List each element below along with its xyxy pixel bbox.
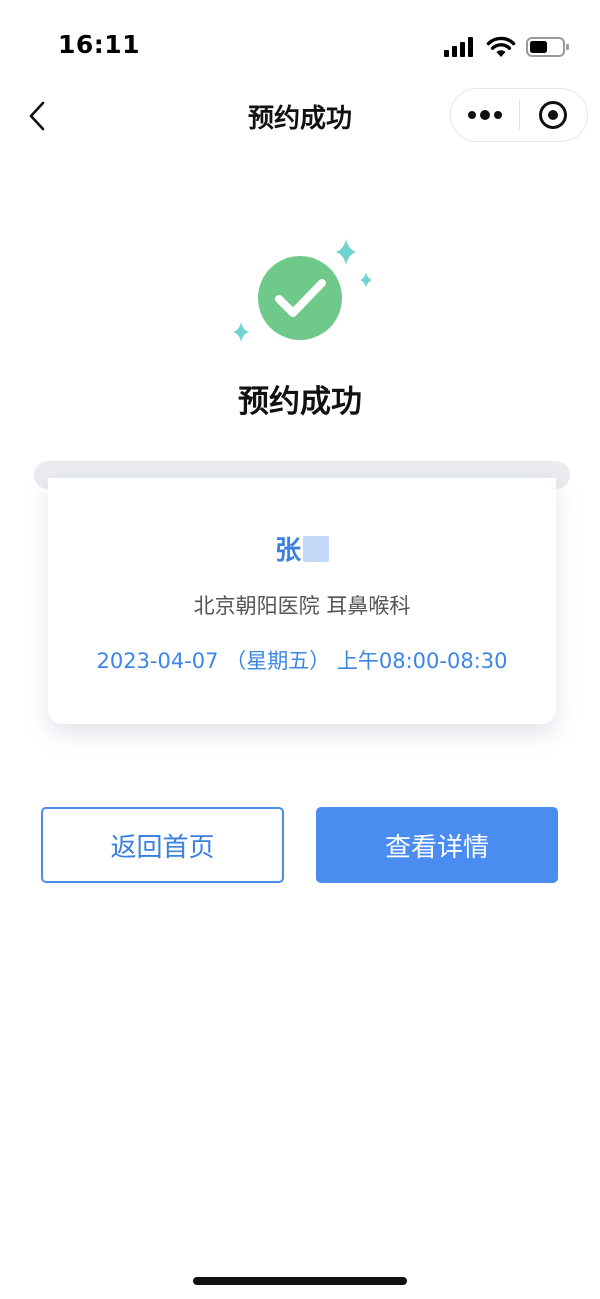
success-check-icon bbox=[233, 239, 372, 342]
mini-program-capsule bbox=[450, 88, 588, 142]
patient-name-text: 张 bbox=[274, 536, 301, 566]
sparkle-icon bbox=[336, 239, 356, 265]
appointment-time: 2023-04-07 （星期五） 上午08:00-08:30 bbox=[96, 649, 508, 673]
success-title: 预约成功 bbox=[238, 384, 362, 420]
close-mini-program-button[interactable] bbox=[520, 89, 588, 141]
wifi-icon bbox=[486, 36, 516, 57]
back-to-home-button[interactable]: 返回首页 bbox=[41, 807, 284, 883]
hospital-department: 北京朝阳医院 耳鼻喉科 bbox=[193, 594, 411, 618]
target-circle-icon bbox=[539, 101, 568, 129]
status-time: 16:11 bbox=[58, 30, 141, 59]
patient-name: 张 bbox=[48, 530, 556, 567]
battery-icon bbox=[526, 37, 569, 57]
view-details-button[interactable]: 查看详情 bbox=[316, 807, 558, 883]
sparkle-icon bbox=[233, 322, 249, 342]
more-button[interactable] bbox=[451, 89, 519, 141]
status-icons bbox=[444, 33, 570, 61]
appointment-ticket: 张 北京朝阳医院 耳鼻喉科 2023-04-07 （星期五） 上午08:00-0… bbox=[48, 478, 556, 724]
home-indicator bbox=[193, 1277, 407, 1285]
more-dots-icon bbox=[467, 110, 502, 120]
signal-icon bbox=[444, 37, 473, 57]
name-mask bbox=[303, 536, 329, 562]
sparkle-icon bbox=[360, 272, 372, 288]
